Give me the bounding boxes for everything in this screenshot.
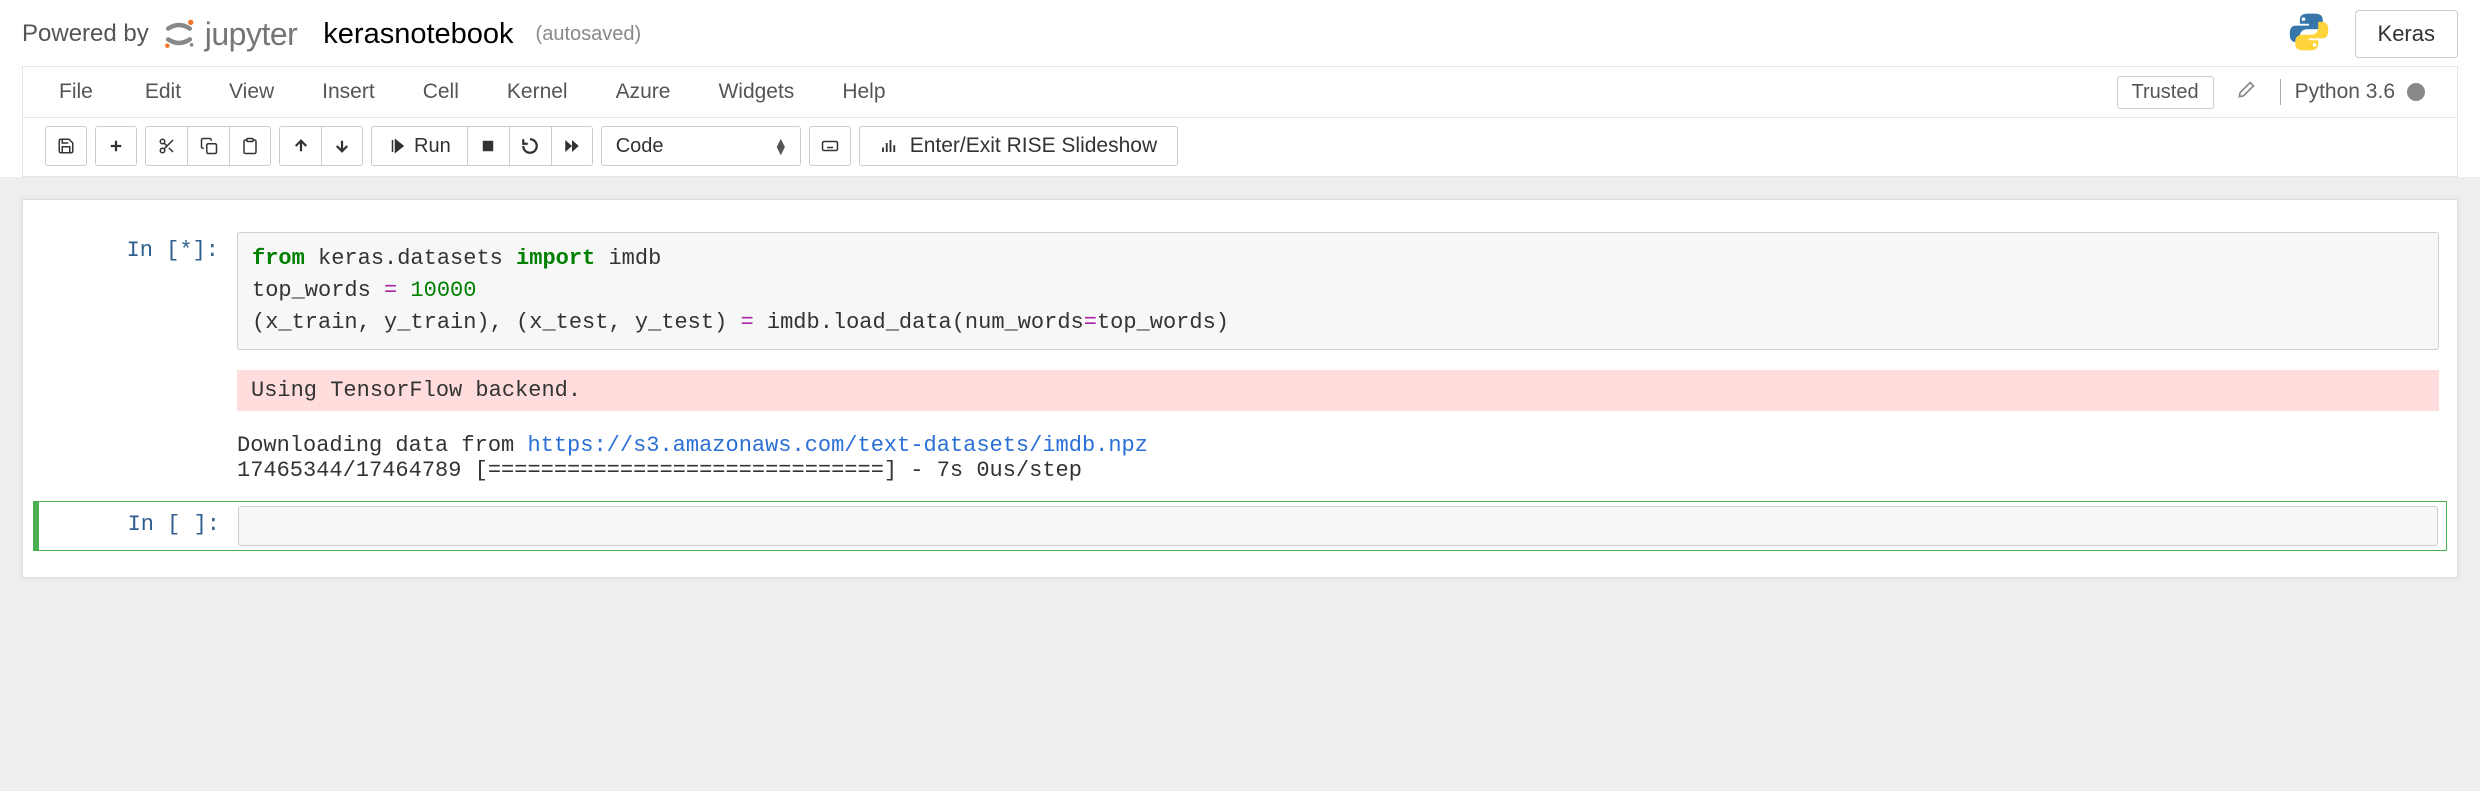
menu-view[interactable]: View bbox=[213, 80, 290, 104]
output-prompt: . bbox=[41, 425, 237, 491]
menu-insert[interactable]: Insert bbox=[306, 80, 391, 104]
clipboard-icon bbox=[241, 137, 259, 155]
download-url-link[interactable]: https://s3.amazonaws.com/text-datasets/i… bbox=[527, 433, 1148, 458]
code-input[interactable] bbox=[238, 506, 2438, 546]
menubar: File Edit View Insert Cell Kernel Azure … bbox=[22, 66, 2458, 118]
menu-edit[interactable]: Edit bbox=[129, 80, 197, 104]
run-button-label: Run bbox=[414, 135, 451, 158]
arrow-down-icon bbox=[333, 137, 351, 155]
celltype-value: Code bbox=[616, 135, 664, 158]
powered-by-label: Powered by bbox=[22, 20, 149, 48]
cell-prompt: In [ ]: bbox=[42, 506, 238, 546]
plus-icon bbox=[107, 137, 125, 155]
move-down-button[interactable] bbox=[321, 126, 363, 166]
menu-kernel[interactable]: Kernel bbox=[491, 80, 584, 104]
keyboard-icon bbox=[821, 137, 839, 155]
menu-file[interactable]: File bbox=[45, 80, 109, 104]
copy-icon bbox=[200, 137, 218, 155]
paste-button[interactable] bbox=[229, 126, 271, 166]
command-palette-button[interactable] bbox=[809, 126, 851, 166]
cell-prompt: In [*]: bbox=[41, 232, 237, 350]
autosaved-label: (autosaved) bbox=[536, 23, 642, 46]
run-icon bbox=[388, 137, 406, 155]
divider bbox=[2280, 79, 2281, 105]
jupyter-logo[interactable]: jupyter bbox=[161, 16, 298, 53]
fast-forward-icon bbox=[563, 137, 581, 155]
cut-button[interactable] bbox=[145, 126, 187, 166]
rise-slideshow-button[interactable]: Enter/Exit RISE Slideshow bbox=[859, 126, 1178, 166]
scissors-icon bbox=[158, 137, 176, 155]
header: Powered by jupyter kerasnotebook (autosa… bbox=[0, 0, 2480, 66]
pencil-icon[interactable] bbox=[2226, 80, 2266, 105]
run-button[interactable]: Run bbox=[371, 126, 467, 166]
kernel-name-label[interactable]: Python 3.6 bbox=[2295, 80, 2395, 104]
menu-cell[interactable]: Cell bbox=[407, 80, 475, 104]
chevron-up-down-icon: ▲▼ bbox=[774, 138, 788, 154]
save-button[interactable] bbox=[45, 126, 87, 166]
output-prompt: . bbox=[41, 364, 237, 411]
move-up-button[interactable] bbox=[279, 126, 321, 166]
jupyter-icon bbox=[161, 16, 197, 52]
restart-run-all-button[interactable] bbox=[551, 126, 593, 166]
notebook-container: In [*]: from keras.datasets import imdb … bbox=[22, 199, 2458, 578]
notebook-name[interactable]: kerasnotebook bbox=[323, 18, 513, 51]
cell-selected[interactable]: In [ ]: bbox=[33, 501, 2447, 551]
trusted-badge[interactable]: Trusted bbox=[2117, 76, 2214, 109]
arrow-up-icon bbox=[292, 137, 310, 155]
python-icon bbox=[2287, 10, 2331, 59]
jupyter-name-label: jupyter bbox=[205, 16, 298, 53]
kernel-status-icon bbox=[2407, 83, 2425, 101]
restart-button[interactable] bbox=[509, 126, 551, 166]
insert-cell-button[interactable] bbox=[95, 126, 137, 166]
menu-help[interactable]: Help bbox=[826, 80, 901, 104]
output-stderr: Using TensorFlow backend. bbox=[237, 370, 2439, 411]
copy-button[interactable] bbox=[187, 126, 229, 166]
notebook-background: In [*]: from keras.datasets import imdb … bbox=[0, 177, 2480, 791]
output-stdout: Downloading data from https://s3.amazona… bbox=[237, 425, 2439, 491]
menu-widgets[interactable]: Widgets bbox=[702, 80, 810, 104]
kernel-box-button[interactable]: Keras bbox=[2355, 10, 2458, 58]
bar-chart-icon bbox=[880, 137, 898, 155]
rise-button-label: Enter/Exit RISE Slideshow bbox=[910, 134, 1157, 158]
celltype-select[interactable]: Code ▲▼ bbox=[601, 126, 801, 166]
code-input[interactable]: from keras.datasets import imdb top_word… bbox=[237, 232, 2439, 350]
menu-azure[interactable]: Azure bbox=[600, 80, 687, 104]
restart-icon bbox=[521, 137, 539, 155]
toolbar: Run Code ▲▼ Enter/Exit RISE Slideshow bbox=[22, 118, 2458, 177]
stop-icon bbox=[479, 137, 497, 155]
save-icon bbox=[57, 137, 75, 155]
interrupt-button[interactable] bbox=[467, 126, 509, 166]
cell[interactable]: In [*]: from keras.datasets import imdb … bbox=[33, 228, 2447, 495]
